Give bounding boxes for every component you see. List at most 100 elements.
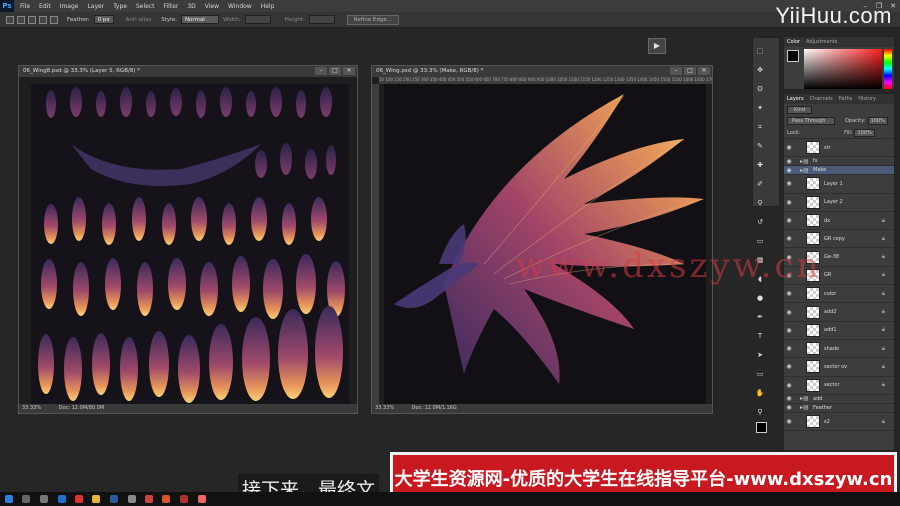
layer-row[interactable]: ◉ GR copy 🔒︎ bbox=[784, 230, 894, 249]
layer-row[interactable]: ◉ GR 🔒︎ bbox=[784, 267, 894, 286]
document-window-wing8[interactable]: 06_Wing8.psd @ 33.3% (Layer 5, RGB/8) * … bbox=[18, 65, 358, 414]
folder-icon[interactable]: ▸▤ bbox=[800, 395, 810, 402]
path-select-icon[interactable]: ➤ bbox=[755, 351, 765, 360]
blend-mode-select[interactable]: Pass Through bbox=[787, 117, 835, 125]
doc1-titlebar[interactable]: 06_Wing8.psd @ 33.3% (Layer 5, RGB/8) * … bbox=[19, 66, 357, 77]
layer-row[interactable]: ◉ add1 🔒︎ bbox=[784, 322, 894, 340]
doc1-close-icon[interactable]: ✕ bbox=[343, 67, 355, 75]
stamp-icon[interactable]: ⚲ bbox=[755, 199, 765, 208]
menu-edit[interactable]: Edit bbox=[39, 3, 51, 10]
menu-filter[interactable]: Filter bbox=[164, 3, 179, 10]
tab-channels[interactable]: Channels bbox=[810, 96, 833, 102]
tab-color[interactable]: Color bbox=[787, 39, 800, 45]
menu-help[interactable]: Help bbox=[261, 3, 275, 10]
layer-row[interactable]: ◉ ▸▤ Make bbox=[784, 166, 894, 176]
play-icon[interactable]: ▶ bbox=[648, 38, 666, 54]
subtract-selection-icon[interactable] bbox=[39, 15, 47, 24]
edge-icon[interactable] bbox=[58, 495, 66, 503]
tab-paths[interactable]: Paths bbox=[839, 96, 853, 102]
layer-row[interactable]: ◉ ▸▤ fs bbox=[784, 157, 894, 167]
photoshop-task-icon[interactable] bbox=[110, 495, 118, 503]
kind-filter[interactable]: Kind bbox=[787, 105, 813, 114]
folder-icon[interactable]: ▸▤ bbox=[800, 167, 810, 174]
layer-row[interactable]: ◉ color 🔒︎ bbox=[784, 285, 894, 304]
layer-row[interactable]: ◉ Layer 1 bbox=[784, 175, 894, 194]
doc2-zoom[interactable]: 33.33% bbox=[375, 405, 394, 411]
opacity-input[interactable]: 100% bbox=[867, 117, 888, 125]
move-icon[interactable]: ✥ bbox=[755, 66, 765, 75]
tab-adjustments[interactable]: Adjustments bbox=[806, 39, 837, 45]
tab-layers[interactable]: Layers bbox=[787, 96, 804, 102]
menu-select[interactable]: Select bbox=[136, 3, 155, 10]
pen-icon[interactable]: ✒ bbox=[755, 313, 765, 322]
height-input[interactable] bbox=[308, 15, 335, 24]
folder-icon[interactable]: ▸▤ bbox=[800, 158, 810, 165]
app-icon-4[interactable] bbox=[180, 495, 188, 503]
layer-row[interactable]: ◉ sector 🔒︎ bbox=[784, 377, 894, 395]
doc1-zoom[interactable]: 33.33% bbox=[22, 405, 41, 411]
visibility-eye-icon[interactable]: ◉ bbox=[784, 290, 794, 297]
width-input[interactable] bbox=[244, 15, 271, 24]
marquee-icon[interactable]: ⬚ bbox=[755, 47, 765, 56]
visibility-eye-icon[interactable]: ◉ bbox=[784, 254, 794, 261]
type-icon[interactable]: T bbox=[755, 332, 765, 341]
hand-icon[interactable]: ✋ bbox=[755, 389, 765, 398]
menu-image[interactable]: Image bbox=[60, 3, 79, 10]
menu-view[interactable]: View bbox=[205, 3, 219, 10]
app-icon-1[interactable] bbox=[128, 495, 136, 503]
layer-row[interactable]: ◉ dx 🔒︎ bbox=[784, 212, 894, 231]
foreground-color[interactable] bbox=[756, 422, 767, 433]
color-picker-field[interactable] bbox=[804, 49, 882, 89]
layer-row[interactable]: ◉ ▸▤ add bbox=[784, 394, 894, 404]
visibility-eye-icon[interactable]: ◉ bbox=[784, 180, 794, 187]
doc1-maximize-icon[interactable]: □ bbox=[329, 67, 341, 75]
healing-icon[interactable]: ✚ bbox=[755, 161, 765, 170]
visibility-eye-icon[interactable]: ◉ bbox=[784, 144, 794, 151]
layer-row[interactable]: ◉ Ge-38 🔒︎ bbox=[784, 248, 894, 267]
visibility-eye-icon[interactable]: ◉ bbox=[784, 382, 794, 389]
visibility-eye-icon[interactable]: ◉ bbox=[784, 158, 794, 165]
app-icon-3[interactable] bbox=[162, 495, 170, 503]
visibility-eye-icon[interactable]: ◉ bbox=[784, 272, 794, 279]
visibility-eye-icon[interactable]: ◉ bbox=[784, 309, 794, 316]
menu-3d[interactable]: 3D bbox=[187, 3, 195, 10]
doc1-minimize-icon[interactable]: – bbox=[315, 67, 327, 75]
folder-icon[interactable]: ▸▤ bbox=[800, 404, 810, 411]
start-icon[interactable] bbox=[5, 495, 13, 503]
color-swatches[interactable] bbox=[756, 422, 776, 442]
search-icon[interactable] bbox=[22, 495, 30, 503]
layer-row[interactable]: ◉ s2 🔒︎ bbox=[784, 413, 894, 432]
doc2-close-icon[interactable]: ✕ bbox=[698, 67, 710, 75]
visibility-eye-icon[interactable]: ◉ bbox=[784, 418, 794, 425]
layer-row[interactable]: ◉ add2 🔒︎ bbox=[784, 303, 894, 322]
blur-icon[interactable]: ◖ bbox=[755, 275, 765, 284]
visibility-eye-icon[interactable]: ◉ bbox=[784, 199, 794, 206]
eyedropper-icon[interactable]: ✎ bbox=[755, 142, 765, 151]
history-brush-icon[interactable]: ↺ bbox=[755, 218, 765, 227]
visibility-eye-icon[interactable]: ◉ bbox=[784, 395, 794, 402]
intersect-selection-icon[interactable] bbox=[50, 15, 58, 24]
color-fg-swatch[interactable] bbox=[787, 50, 799, 62]
doc2-maximize-icon[interactable]: □ bbox=[684, 67, 696, 75]
magic-wand-icon[interactable]: ✦ bbox=[755, 104, 765, 113]
menu-type[interactable]: Type bbox=[113, 3, 127, 10]
doc1-canvas[interactable] bbox=[31, 84, 349, 406]
refine-edge-button[interactable]: Refine Edge... bbox=[346, 14, 399, 25]
new-selection-icon[interactable] bbox=[17, 15, 25, 24]
explorer-icon[interactable] bbox=[92, 495, 100, 503]
visibility-eye-icon[interactable]: ◉ bbox=[784, 363, 794, 370]
doc2-canvas[interactable] bbox=[384, 84, 706, 406]
visibility-eye-icon[interactable]: ◉ bbox=[784, 404, 794, 411]
dodge-icon[interactable]: ● bbox=[755, 294, 765, 303]
gradient-icon[interactable]: ▦ bbox=[755, 256, 765, 265]
tab-history[interactable]: History bbox=[858, 96, 876, 102]
zoom-icon[interactable]: ⚲ bbox=[755, 408, 765, 417]
chrome-icon[interactable] bbox=[75, 495, 83, 503]
menu-file[interactable]: File bbox=[20, 3, 30, 10]
layer-row[interactable]: ◉ shade 🔒︎ bbox=[784, 340, 894, 359]
doc2-titlebar[interactable]: 06_Wing.psd @ 33.3% (Make, RGB/8) * – □ ✕ bbox=[372, 66, 712, 77]
task-view-icon[interactable] bbox=[40, 495, 48, 503]
app-icon-5[interactable] bbox=[198, 495, 206, 503]
layer-row[interactable]: ◉ sector ov 🔒︎ bbox=[784, 358, 894, 377]
crop-icon[interactable]: ⌗ bbox=[755, 123, 765, 132]
